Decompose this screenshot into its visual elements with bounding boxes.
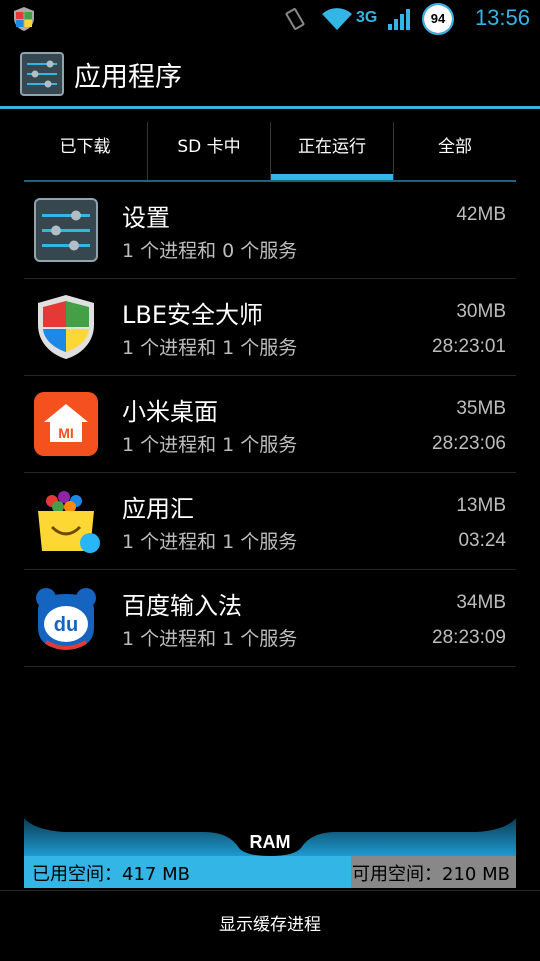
app-memory: 35MB	[456, 398, 506, 419]
action-bar: 应用程序	[0, 38, 540, 109]
list-item[interactable]: LBE安全大师 1 个进程和 1 个服务 30MB 28:23:01	[24, 279, 516, 376]
list-item[interactable]: 应用汇 1 个进程和 1 个服务 13MB 03:24	[24, 473, 516, 570]
app-process-info: 1 个进程和 1 个服务	[122, 434, 298, 456]
battery-level: 94	[424, 5, 452, 33]
svg-text:du: du	[54, 614, 78, 636]
tab-bar: 已下载 SD 卡中 正在运行 全部	[24, 122, 516, 182]
list-item[interactable]: MI 小米桌面 1 个进程和 1 个服务 35MB 28:23:06	[24, 376, 516, 473]
tab-all[interactable]: 全部	[393, 122, 516, 180]
app-runtime: 28:23:09	[432, 627, 506, 648]
baidu-ime-icon: du	[36, 588, 96, 650]
button-label: 显示缓存进程	[219, 915, 321, 935]
tab-running[interactable]: 正在运行	[270, 122, 393, 180]
tab-label: SD 卡中	[177, 137, 241, 157]
app-process-info: 1 个进程和 0 个服务	[122, 240, 298, 262]
app-memory: 42MB	[456, 204, 506, 225]
status-bar: 3G 94 13:56	[0, 0, 540, 38]
tab-downloaded[interactable]: 已下载	[24, 122, 146, 180]
svg-text:MI: MI	[58, 425, 74, 441]
app-runtime: 28:23:06	[432, 433, 506, 454]
clock: 13:56	[474, 5, 530, 30]
ram-bar: 已用空间：417 MB 可用空间：210 MB	[24, 856, 516, 888]
signal-icon	[388, 9, 410, 30]
wifi-icon	[322, 8, 352, 30]
app-memory: 30MB	[456, 301, 506, 322]
app-name: 应用汇	[122, 495, 194, 523]
tab-sd-card[interactable]: SD 卡中	[147, 122, 270, 180]
ram-label: RAM	[249, 832, 291, 852]
page-title: 应用程序	[74, 62, 182, 93]
settings-icon[interactable]	[20, 52, 64, 96]
tab-label: 全部	[438, 137, 472, 157]
app-market-icon	[38, 491, 100, 553]
shield-icon	[38, 295, 94, 359]
shield-notification-icon	[14, 7, 34, 31]
app-process-info: 1 个进程和 1 个服务	[122, 337, 298, 359]
app-memory: 34MB	[456, 592, 506, 613]
app-name: 设置	[122, 204, 170, 232]
app-memory: 13MB	[456, 495, 506, 516]
show-cached-processes-button[interactable]: 显示缓存进程	[0, 890, 540, 961]
app-runtime: 03:24	[458, 530, 506, 551]
app-name: LBE安全大师	[122, 301, 263, 329]
ram-used-text: 已用空间：417 MB	[32, 864, 190, 885]
app-name: 小米桌面	[122, 398, 218, 426]
tab-label: 已下载	[59, 137, 111, 157]
settings-icon	[34, 198, 98, 262]
battery-icon: 94	[422, 3, 454, 35]
running-app-list: 设置 1 个进程和 0 个服务 42MB LBE安全大师 1 个进程和 1 个服…	[24, 182, 516, 667]
vibrate-icon	[285, 8, 305, 30]
app-process-info: 1 个进程和 1 个服务	[122, 531, 298, 553]
ram-meter: RAM 已用空间：417 MB 可用空间：210 MB	[24, 812, 516, 888]
app-runtime: 28:23:01	[432, 336, 506, 357]
header-divider	[0, 106, 540, 109]
list-item[interactable]: 设置 1 个进程和 0 个服务 42MB	[24, 182, 516, 279]
network-type: 3G	[356, 9, 378, 26]
app-name: 百度输入法	[122, 592, 242, 620]
tab-label: 正在运行	[298, 137, 366, 157]
app-process-info: 1 个进程和 1 个服务	[122, 628, 298, 650]
list-item[interactable]: du 百度输入法 1 个进程和 1 个服务 34MB 28:23:09	[24, 570, 516, 667]
ram-free-text: 可用空间：210 MB	[352, 864, 510, 885]
mi-home-icon: MI	[34, 392, 98, 456]
